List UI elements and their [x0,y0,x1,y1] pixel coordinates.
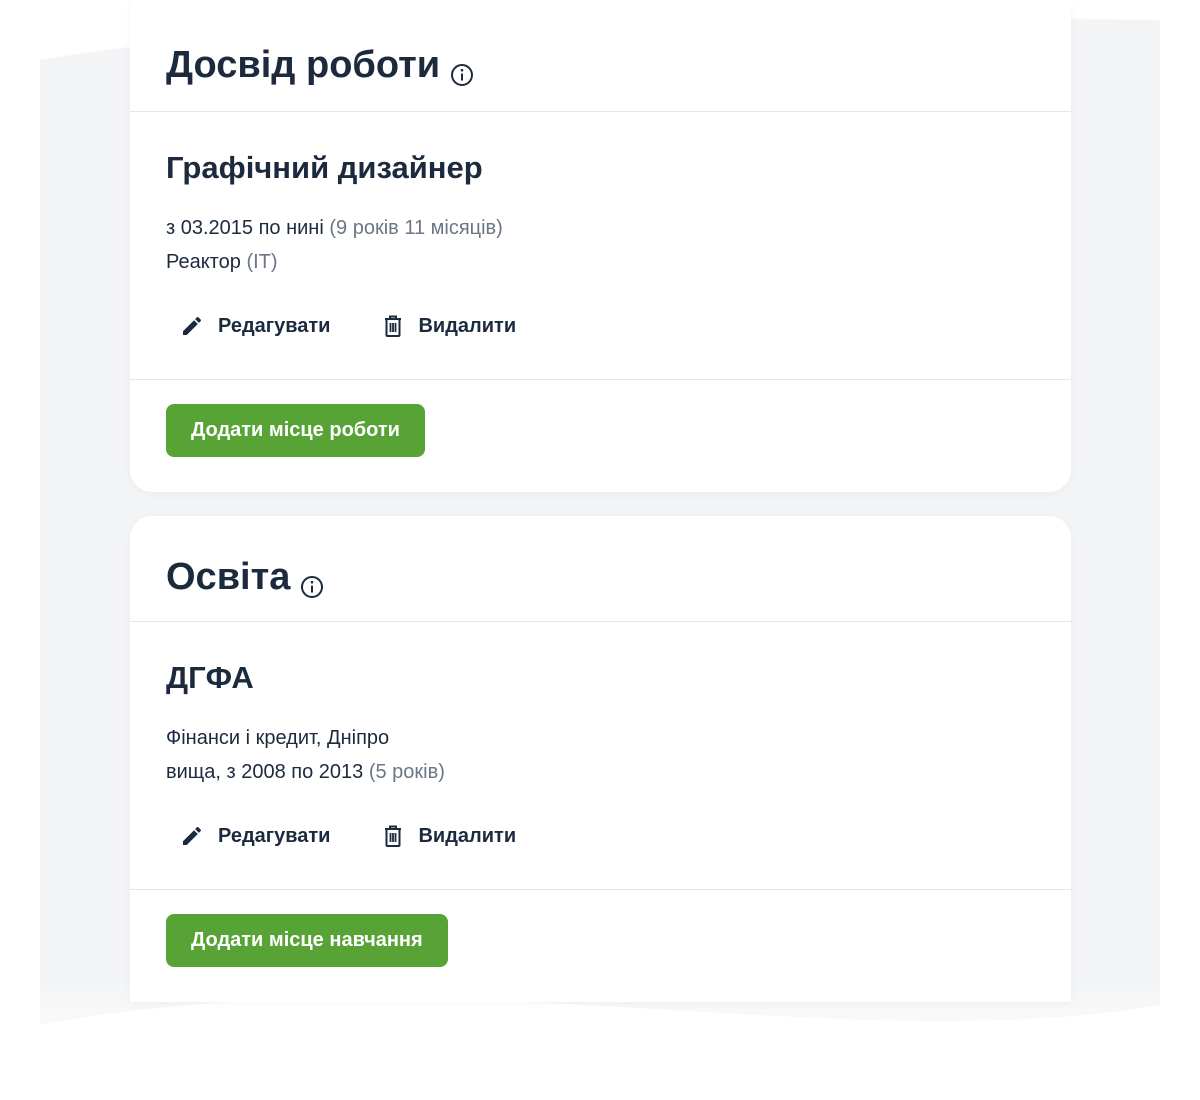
company-industry: (IT) [246,251,278,273]
education-header: Освіта [130,516,1071,622]
education-entry: ДГФА Фінанси і кредит, Дніпро вища, з 20… [130,622,1071,890]
pencil-icon [183,316,202,335]
trash-icon [385,315,402,337]
education-period: вища, з 2008 по 2013 (5 років) [166,761,445,784]
education-details: Фінанси і кредит, Дніпро [166,727,390,749]
job-period-dates: з 03.2015 по нині [166,217,324,239]
delete-label: Видалити [418,314,517,337]
edit-label: Редагувати [218,824,331,847]
add-job-button[interactable]: Додати місце роботи [166,404,425,457]
job-duration: (9 років 11 місяців) [329,217,503,239]
delete-button[interactable]: Видалити [382,314,516,338]
trash-icon [385,825,402,847]
institution-name: ДГФА [166,660,254,695]
education-duration: (5 років) [368,761,445,783]
education-card: Освіта ДГФА Фінанси і кредит, Дніпро вищ… [130,516,1071,1002]
work-entry-actions: Редагувати Видалити [180,314,568,338]
work-experience-header: Досвід роботи [130,0,1071,112]
pencil-icon [183,826,202,845]
job-title: Графічний дизайнер [166,150,483,185]
job-period: з 03.2015 по нині (9 років 11 місяців) [166,217,503,240]
edit-button[interactable]: Редагувати [180,824,330,848]
add-education-button[interactable]: Додати місце навчання [166,914,448,967]
job-company: Реактор (IT) [166,251,278,274]
edit-label: Редагувати [218,314,331,337]
company-name: Реактор [166,251,241,273]
section-title: Досвід роботи [166,44,474,87]
education-footer: Додати місце навчання [130,890,1071,990]
work-experience-card: Досвід роботи Графічний дизайнер з 03.20… [130,0,1071,492]
education-title: Освіта [166,556,291,598]
work-entry: Графічний дизайнер з 03.2015 по нині (9 … [130,112,1071,380]
edit-button[interactable]: Редагувати [180,314,330,338]
info-icon[interactable] [450,54,474,86]
work-footer: Додати місце роботи [130,380,1071,480]
education-entry-actions: Редагувати Видалити [180,824,568,848]
education-level-period: вища, з 2008 по 2013 [166,761,364,783]
delete-button[interactable]: Видалити [382,824,516,848]
section-title: Освіта [166,556,324,599]
info-icon[interactable] [300,566,324,598]
delete-label: Видалити [418,824,517,847]
work-experience-title: Досвід роботи [166,44,441,86]
bottom-fade [0,980,1200,1100]
